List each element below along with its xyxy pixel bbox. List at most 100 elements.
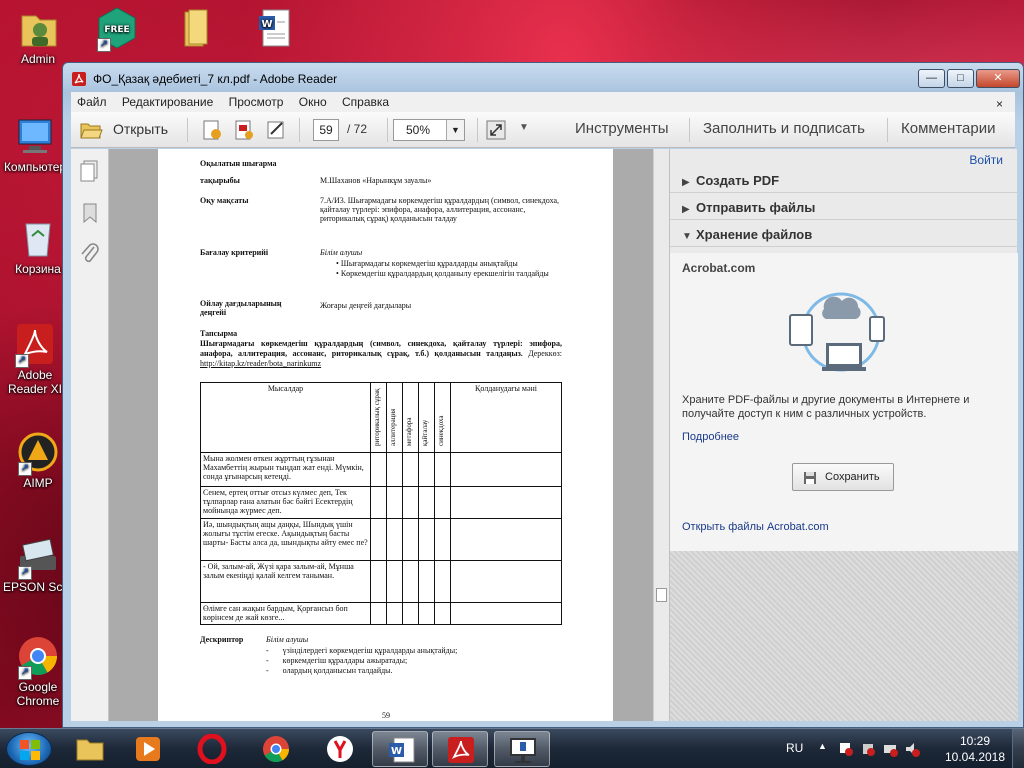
- toolbar-separator: [299, 118, 300, 142]
- page-thumbnails-icon[interactable]: [78, 159, 102, 183]
- toolbar-separator: [689, 118, 690, 142]
- table-row: - Ой, залым-ай, Жүзі қара залым-ай, Мұнш…: [200, 560, 562, 603]
- table-header: Қолданудағы мәні: [450, 382, 562, 453]
- pdf-examples-table: Мысалдар риторикалық сұрақ аллитерация м…: [200, 382, 562, 625]
- taskbar-media-player[interactable]: [120, 731, 176, 767]
- sign-icon[interactable]: [265, 119, 287, 141]
- device-icon[interactable]: [860, 741, 876, 757]
- recycle-bin-icon: [16, 216, 60, 260]
- learn-more-link[interactable]: Подробнее: [682, 431, 739, 443]
- document-scrollbar[interactable]: [653, 149, 669, 721]
- minimize-button[interactable]: —: [918, 69, 945, 88]
- save-button[interactable]: Сохранить: [792, 463, 894, 491]
- table-row: Иә, шындықтың ащы даңқы, Шындық үшін жол…: [200, 518, 562, 561]
- sign-in-link[interactable]: Войти: [969, 153, 1003, 167]
- fullscreen-icon[interactable]: [485, 119, 507, 141]
- toolbar-separator: [187, 118, 188, 142]
- network-icon[interactable]: [882, 741, 898, 757]
- shortcut-arrow-icon: ↗: [15, 354, 29, 368]
- bookmarks-icon[interactable]: [78, 201, 102, 225]
- menu-window[interactable]: Окно: [293, 92, 333, 109]
- taskbar-chrome[interactable]: [248, 731, 304, 767]
- security-flag-icon[interactable]: [838, 741, 854, 757]
- menu-bar: Файл Редактирование Просмотр Окно Справк…: [71, 92, 1015, 112]
- document-view[interactable]: Оқылатын шығарма тақырыбы М.Шаханов «Нар…: [109, 149, 669, 721]
- adobe-reader-icon: ↗: [13, 322, 57, 368]
- toolbar-separator: [477, 118, 478, 142]
- menu-view[interactable]: Просмотр: [223, 92, 290, 109]
- taskbar-presentation[interactable]: [494, 731, 550, 767]
- pdf-criteria-item: • Көркемдегіш құралдардың қолданылу ерек…: [336, 269, 549, 278]
- tab-tools[interactable]: Инструменты: [575, 120, 669, 137]
- open-button[interactable]: Открыть: [79, 119, 171, 141]
- close-button[interactable]: ✕: [976, 69, 1020, 88]
- section-send-files[interactable]: ▶ Отправить файлы: [670, 194, 1018, 220]
- table-header: метафора: [402, 382, 419, 453]
- attachments-icon[interactable]: [78, 241, 102, 265]
- pdf-app-icon: [72, 72, 86, 86]
- opera-icon: [197, 734, 227, 764]
- taskbar-adobe-reader[interactable]: [432, 731, 488, 767]
- pdf-topic-value: М.Шаханов «Нарынкұм зауалы»: [320, 176, 432, 185]
- acrobat-com-description: Храните PDF-файлы и другие документы в И…: [682, 394, 970, 420]
- pdf-task-label: Тапсырма: [200, 329, 238, 338]
- toolbar-overflow-icon[interactable]: ▼: [519, 122, 529, 144]
- pdf-descriptor-item: - үзінділердегі көркемдегіш құралдарды а…: [266, 646, 458, 655]
- desktop-icon-folder[interactable]: [158, 6, 228, 52]
- pdf-criteria-sub: Білім алушы: [320, 248, 363, 257]
- table-row: Мына жолмен өткен жұрттың ғұзынан Махамб…: [200, 452, 562, 487]
- tools-panel: Войти ▶ Создать PDF ▶ Отправить файлы ▼ Хра…: [669, 149, 1018, 721]
- menu-edit[interactable]: Редактирование: [116, 92, 219, 109]
- section-create-pdf[interactable]: ▶ Создать PDF: [670, 167, 1018, 193]
- presentation-icon: [510, 738, 536, 763]
- chevron-right-icon: ▶: [682, 177, 690, 188]
- clock-date: 10.04.2018: [944, 750, 1006, 764]
- taskbar-opera[interactable]: [184, 731, 240, 767]
- taskbar-word[interactable]: W: [372, 731, 428, 767]
- table-row: Өлімге сан жақын бардым, Қорғансыз боп к…: [200, 602, 562, 625]
- export-pdf-icon[interactable]: [233, 119, 255, 141]
- start-button[interactable]: [6, 732, 52, 766]
- menu-help[interactable]: Справка: [336, 92, 395, 109]
- pdf-descriptor-item: - олардың қолданысын талдайды.: [266, 666, 393, 675]
- desktop-icon-free-app[interactable]: FREE ↗: [82, 6, 152, 52]
- tab-comments[interactable]: Комментарии: [901, 120, 995, 137]
- clock[interactable]: 10:29 10.04.2018: [942, 733, 1008, 765]
- menu-file[interactable]: Файл: [71, 92, 113, 109]
- pdf-descriptor-item: - көркемдегіш құралдары ажыратады;: [266, 656, 408, 665]
- tab-fill-sign[interactable]: Заполнить и подписать: [703, 120, 865, 137]
- taskbar-yandex[interactable]: [312, 731, 368, 767]
- scrollbar-thumb[interactable]: [656, 588, 667, 602]
- desktop-icon-computer[interactable]: Компьютер: [0, 114, 70, 174]
- desktop-icon-word-doc[interactable]: W: [240, 6, 310, 52]
- show-hidden-icons[interactable]: ▲: [818, 741, 827, 751]
- title-bar[interactable]: ФО_Қазақ әдебиеті_7 кл.pdf - Adobe Reade…: [63, 63, 1023, 93]
- taskbar-explorer[interactable]: [62, 731, 118, 767]
- page-number-input[interactable]: 59: [313, 119, 339, 141]
- language-indicator[interactable]: RU: [786, 741, 803, 755]
- show-desktop-button[interactable]: [1012, 729, 1024, 768]
- svg-text:FREE: FREE: [104, 25, 129, 35]
- desktop-icon-admin[interactable]: Admin: [3, 6, 73, 66]
- pdf-task-text: Шығармадағы көркемдегіш құралдардың (сим…: [200, 339, 563, 368]
- create-pdf-icon[interactable]: [201, 119, 223, 141]
- toolbar-separator: [387, 118, 388, 142]
- chevron-down-icon: ▼: [682, 231, 692, 242]
- open-acrobat-com-link[interactable]: Открыть файлы Acrobat.com: [682, 521, 829, 533]
- table-header-row: Мысалдар риторикалық сұрақ аллитерация м…: [200, 382, 562, 453]
- zoom-select[interactable]: 50% ▼: [393, 119, 465, 141]
- maximize-button[interactable]: □: [947, 69, 974, 88]
- close-document-button[interactable]: ×: [990, 94, 1009, 111]
- pdf-topic-label: тақырыбы: [200, 176, 240, 185]
- taskbar: W RU ▲ 10:29 10.04.2018: [0, 728, 1024, 768]
- yandex-browser-icon: [327, 736, 353, 762]
- free-app-icon: FREE ↗: [95, 6, 139, 52]
- desktop-icon-adobe-reader[interactable]: ↗ Adobe Reader XI: [0, 322, 70, 396]
- table-header: аллитерация: [386, 382, 403, 453]
- shortcut-arrow-icon: ↗: [18, 566, 32, 580]
- pdf-criteria-item: • Шығармадағы көркемдегіш құралдарды аны…: [336, 259, 518, 268]
- section-store-files[interactable]: ▼ Хранение файлов: [670, 221, 1018, 247]
- toolbar: Открыть 59 / 72 50% ▼ ▼ Инструменты Запо…: [71, 112, 1015, 148]
- volume-icon[interactable]: [904, 741, 920, 757]
- open-folder-icon: [80, 123, 103, 139]
